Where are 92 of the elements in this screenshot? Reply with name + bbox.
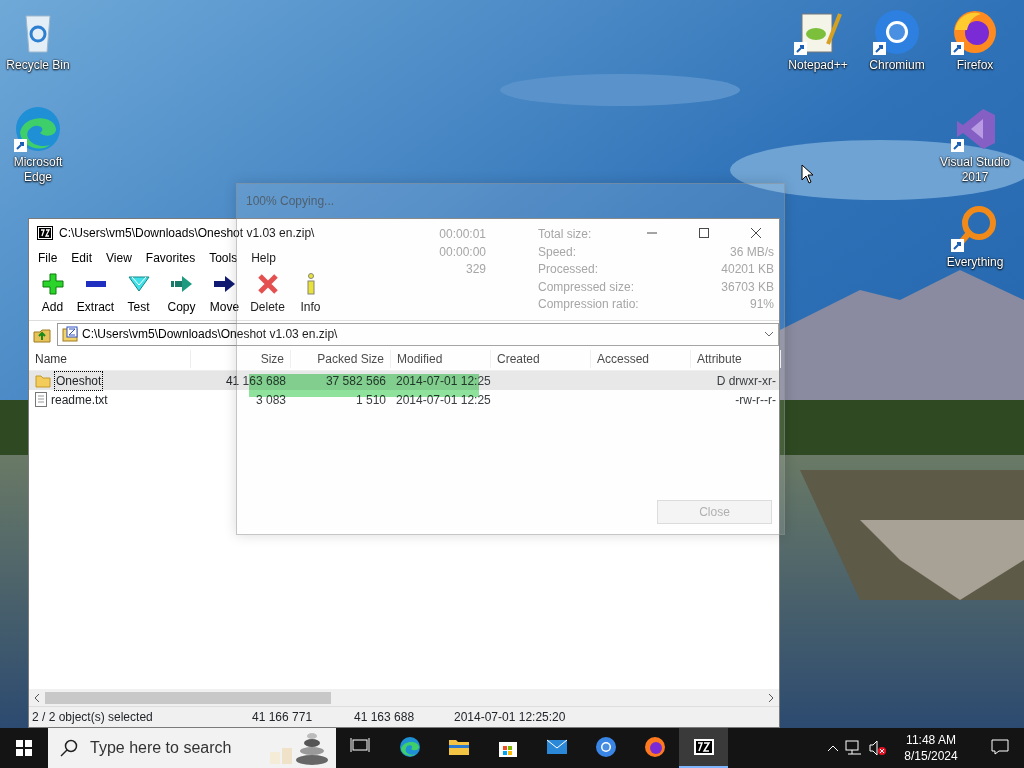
stat-value: 36703 KB [721, 278, 774, 295]
plus-icon [41, 273, 64, 295]
archive-app-icon [692, 736, 715, 758]
info-button[interactable]: Info [289, 273, 332, 316]
firefox-shortcut-icon[interactable] [951, 8, 999, 56]
date-text: 8/15/2024 [904, 748, 958, 764]
file-name: readme.txt [51, 391, 108, 409]
stat-label: Compressed size: [538, 278, 635, 295]
menu-item[interactable]: Edit [64, 249, 100, 267]
status-text: 2014-07-01 12:25:20 [453, 709, 567, 726]
test-button[interactable]: Test [117, 273, 160, 316]
folder-icon [35, 373, 51, 388]
stat-label: Compression ratio: [538, 296, 639, 313]
stat-value: 40201 KB [721, 261, 774, 278]
icon-label: Everything [946, 255, 1004, 270]
window-title: C:\Users\vm5\Downloads\Oneshot v1.03 en.zip\ [59, 225, 315, 242]
edge-shortcut-icon[interactable] [14, 105, 62, 153]
x-icon [257, 274, 278, 294]
icon-label: Firefox [956, 58, 994, 73]
chromium-shortcut-icon[interactable] [873, 8, 921, 56]
delete-button[interactable]: Delete [246, 273, 289, 316]
dialog-title: 100% Copying... [246, 193, 336, 210]
scroll-right-icon [767, 692, 775, 703]
icon-label: Visual Studio 2017 [939, 155, 1011, 185]
column-header[interactable]: Modified [391, 349, 491, 368]
table-cell-text: 2014-07-01 12:25 [395, 391, 491, 409]
table-cell-text: -rw-r--r- [734, 391, 777, 409]
menu-item[interactable]: Help [244, 249, 283, 267]
minus-icon [85, 281, 106, 287]
menu-item[interactable]: File [31, 249, 65, 267]
copy-button[interactable]: Copy [160, 273, 203, 316]
stat-value: 329 [465, 261, 486, 278]
address-bar[interactable]: C:\Users\vm5\Downloads\Oneshot v1.03 en.zip\ [57, 322, 779, 346]
add-button[interactable]: Add [31, 273, 74, 316]
edge-icon [398, 736, 421, 758]
archive-app-icon [37, 226, 53, 240]
menu-item[interactable]: View [99, 249, 139, 267]
horizontal-scrollbar[interactable] [29, 689, 779, 706]
file-row[interactable]: readme.txt 3 083 1 510 2014-07-01 12:25 -rw-r--r- [29, 390, 779, 409]
column-header[interactable]: Created [491, 349, 591, 368]
extract-button[interactable]: Extract [74, 273, 117, 316]
muted-speaker-icon[interactable] [869, 740, 887, 756]
icon-label: Microsoft Edge [12, 155, 64, 185]
column-header[interactable]: Accessed [591, 349, 691, 368]
maximize-icon [699, 228, 709, 238]
move-button[interactable]: Move [203, 273, 246, 316]
arrow-icon [171, 276, 192, 292]
stat-value: 36 MB/s [730, 243, 774, 260]
column-header[interactable]: Packed Size [291, 349, 391, 368]
archive-file-icon [62, 326, 78, 342]
column-header[interactable]: Attribute [691, 349, 781, 368]
column-header[interactable]: Size [191, 349, 291, 368]
stat-value: 91% [749, 296, 774, 313]
menu-item[interactable]: Tools [202, 249, 245, 267]
chevron-up-icon[interactable] [827, 744, 839, 752]
status-text: 41 166 771 [251, 709, 314, 726]
folder-up-icon [33, 326, 51, 343]
text-file-icon [35, 392, 47, 407]
network-icon[interactable] [845, 740, 863, 756]
info-icon [305, 273, 316, 295]
close-icon [751, 228, 761, 238]
windows-logo-icon [16, 740, 32, 756]
search-field[interactable]: Type here to search [88, 735, 258, 761]
firefox-icon [643, 736, 666, 758]
everything-shortcut-icon[interactable] [951, 205, 999, 253]
address-field[interactable]: C:\Users\vm5\Downloads\Oneshot v1.03 en.zip\ [82, 325, 760, 343]
speech-bubble-icon [990, 739, 1009, 755]
stat-label: Total size: [538, 226, 592, 243]
search-box[interactable]: Type here to search [48, 728, 336, 768]
chromium-icon [594, 736, 617, 758]
time-text: 11:48 AM [906, 732, 956, 748]
mouse-pointer-icon [801, 164, 815, 184]
clock[interactable]: 11:48 AM 8/15/2024 [893, 732, 969, 764]
status-text: 2 / 2 object(s) selected [31, 709, 154, 726]
status-text: 41 163 688 [353, 709, 416, 726]
icon-label: Recycle Bin [6, 58, 70, 73]
stat-value: 00:00:00 [439, 243, 486, 260]
scroll-left-icon [33, 692, 41, 703]
dropdown-caret-icon [764, 331, 774, 337]
stat-label: Processed: [538, 261, 599, 278]
search-icon [60, 739, 78, 757]
column-header[interactable]: Name [29, 349, 191, 368]
icon-label: Notepad++ [788, 58, 848, 73]
check-icon [127, 276, 150, 292]
taskbar-button[interactable] [679, 728, 728, 768]
stat-value: 00:00:01 [439, 226, 486, 243]
file-name: Oneshot [55, 371, 103, 390]
arrow-icon [214, 276, 235, 292]
menu-item[interactable]: Favorites [138, 249, 203, 267]
table-cell-text: D drwxr-xr- [715, 372, 777, 390]
stat-label: Speed: [538, 243, 577, 260]
icon-label: Chromium [869, 58, 925, 73]
